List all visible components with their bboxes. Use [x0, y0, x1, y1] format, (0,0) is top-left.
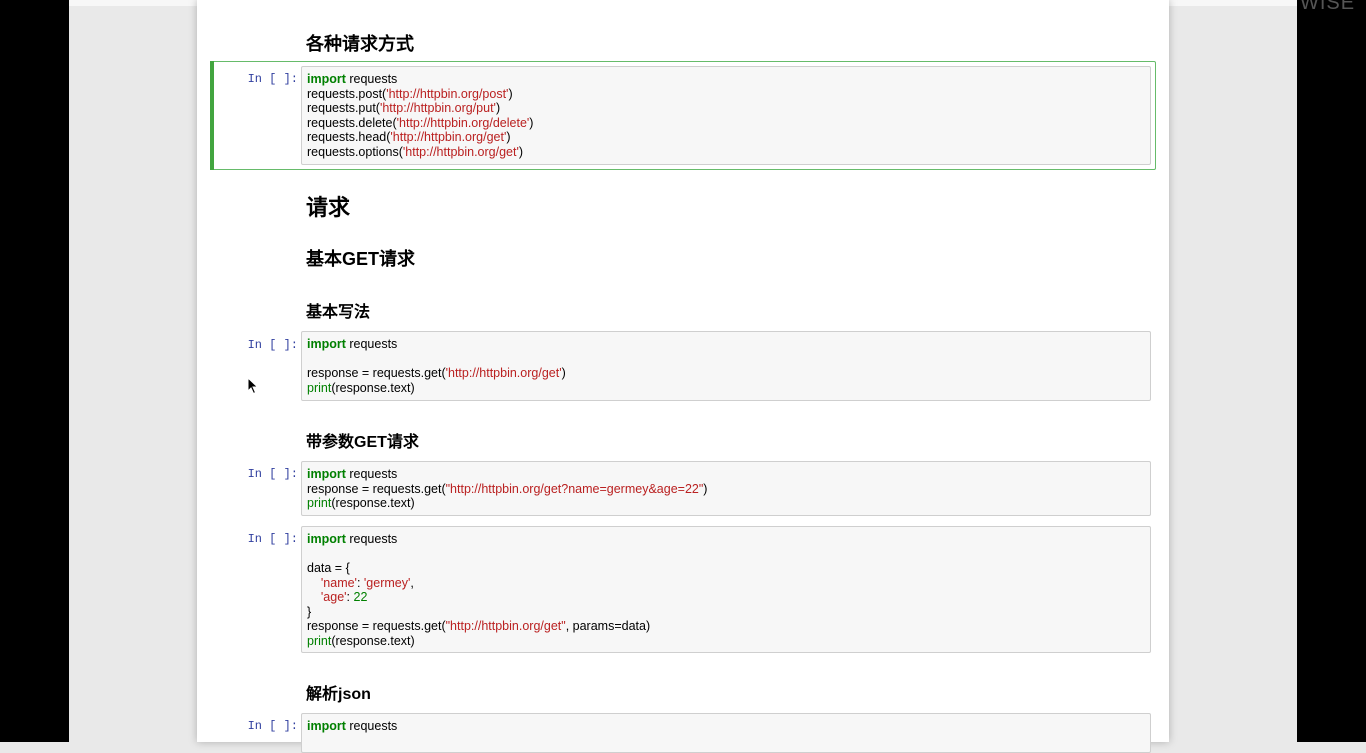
code-token: response = requests.get( — [307, 366, 446, 380]
code-token: , — [410, 575, 414, 590]
code-token: requests.put( — [307, 101, 380, 115]
code-token: ) — [508, 86, 513, 101]
code-token: 'http://httpbin.org/get' — [390, 130, 507, 144]
code-line: import requests — [307, 337, 1145, 352]
code-token: response = requests.get( — [307, 481, 446, 496]
code-token: , params=data) — [565, 619, 651, 633]
code-line: import requests — [307, 72, 1145, 87]
code-token: print — [307, 380, 332, 395]
code-line: import requests — [307, 719, 1145, 734]
heading-parse-json: 解析json — [306, 686, 371, 703]
code-token: 'http://httpbin.org/delete' — [396, 115, 530, 130]
code-line: requests.put('http://httpbin.org/put') — [307, 101, 1145, 116]
code-cell-get-url-params[interactable]: import requests response = requests.get("… — [301, 461, 1151, 516]
code-token: "http://httpbin.org/get?name=germey&age=… — [445, 481, 704, 496]
code-token: requests — [345, 337, 398, 351]
code-token: ) — [561, 366, 566, 380]
code-token: 'age' — [320, 590, 347, 604]
code-token: ) — [495, 101, 501, 115]
code-token: ) — [506, 130, 511, 144]
code-cell-parse-json[interactable]: import requests — [301, 713, 1151, 753]
code-token: import — [307, 467, 346, 481]
code-token: requests — [345, 467, 398, 481]
code-line: requests.head('http://httpbin.org/get') — [307, 130, 1145, 145]
code-token: import — [307, 337, 346, 351]
mouse-cursor-icon — [247, 377, 259, 395]
left-letterbox — [0, 0, 69, 742]
code-token: requests — [345, 532, 398, 546]
cell-prompt: In [ ]: — [247, 532, 298, 546]
code-cell-basic-get[interactable]: import requests response = requests.get('… — [301, 331, 1151, 401]
code-token: 'germey' — [363, 575, 411, 590]
code-line: } — [307, 605, 1145, 620]
code-token: (response.text) — [331, 496, 415, 510]
code-line: print(response.text) — [307, 496, 1145, 511]
code-token: requests.delete( — [307, 115, 397, 130]
code-line: response = requests.get("http://httpbin.… — [307, 619, 1145, 634]
cell-prompt: In [ ]: — [247, 338, 298, 352]
code-token: requests — [345, 72, 398, 86]
code-cell-methods[interactable]: import requests requests.post('http://htt… — [301, 66, 1151, 165]
watermark: WISE — [1300, 0, 1356, 14]
heading-request-methods: 各种请求方式 — [306, 34, 414, 54]
code-line: response = requests.get("http://httpbin.… — [307, 482, 1145, 497]
code-line: requests.post('http://httpbin.org/post') — [307, 87, 1145, 102]
heading-basic-get: 基本GET请求 — [306, 249, 416, 269]
code-token: : — [356, 575, 364, 590]
code-token: requests.post( — [307, 86, 387, 101]
code-token: requests.head( — [307, 130, 391, 144]
code-line: import requests — [307, 467, 1145, 482]
code-token: ) — [518, 144, 524, 159]
heading-get-with-params: 带参数GET请求 — [306, 434, 419, 451]
code-token: : — [346, 590, 354, 604]
code-line: 'name': 'germey', — [307, 576, 1145, 591]
code-token: requests.options( — [307, 144, 403, 159]
code-token: 'http://httpbin.org/post' — [386, 86, 509, 101]
cell-prompt: In [ ]: — [247, 72, 298, 86]
heading-basic-usage: 基本写法 — [306, 304, 371, 321]
code-token: import — [307, 719, 346, 733]
code-line: data = { — [307, 561, 1145, 576]
code-token: print — [307, 496, 332, 510]
cell-prompt: In [ ]: — [247, 719, 298, 733]
code-token: print — [307, 633, 332, 648]
code-line: import requests — [307, 532, 1145, 547]
code-line: response = requests.get('http://httpbin.… — [307, 366, 1145, 381]
code-line: print(response.text) — [307, 381, 1145, 396]
right-letterbox — [1297, 0, 1366, 742]
cell-prompt: In [ ]: — [247, 467, 298, 481]
code-cell-get-dict-params[interactable]: import requests data = { 'name': 'germey'… — [301, 526, 1151, 653]
code-line: requests.options('http://httpbin.org/get… — [307, 145, 1145, 160]
code-token: 'http://httpbin.org/get' — [402, 144, 519, 159]
code-token: } — [307, 604, 312, 619]
heading-request: 请求 — [306, 195, 351, 220]
code-token: ) — [703, 481, 708, 496]
code-token: "http://httpbin.org/get" — [445, 619, 566, 633]
code-token: response = requests.get( — [307, 619, 446, 633]
code-token: 'http://httpbin.org/get' — [445, 366, 562, 380]
code-token: ) — [529, 115, 534, 130]
code-line: 'age': 22 — [307, 590, 1145, 605]
code-token: (response.text) — [331, 380, 415, 395]
code-token: 'http://httpbin.org/put' — [379, 101, 496, 115]
code-token: requests — [345, 719, 398, 733]
code-token: 22 — [353, 590, 368, 604]
code-token: import — [307, 72, 346, 86]
code-token: data = { — [307, 561, 350, 575]
code-token: import — [307, 532, 346, 546]
code-line: requests.delete('http://httpbin.org/dele… — [307, 116, 1145, 131]
code-token: (response.text) — [331, 633, 415, 648]
code-token: 'name' — [320, 575, 357, 590]
code-line: print(response.text) — [307, 634, 1145, 649]
selected-cell-indicator — [210, 61, 214, 170]
